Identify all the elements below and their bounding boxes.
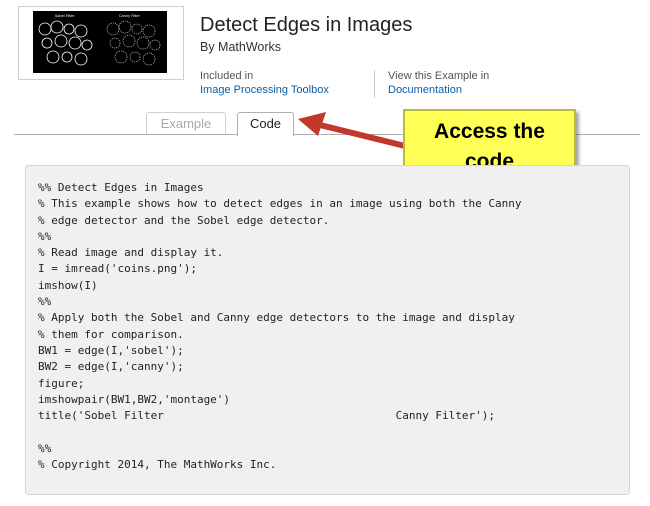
code-listing[interactable]: %% Detect Edges in Images % This example … [38, 180, 521, 473]
code-line: %% Detect Edges in Images [38, 181, 204, 194]
code-line: % Apply both the Sobel and Canny edge de… [38, 311, 515, 325]
code-panel[interactable]: %% Detect Edges in Images % This example … [25, 165, 630, 495]
code-line: % Read image and display it. [38, 246, 224, 260]
code-line: imshowpair(BW1,BW2,'montage') [38, 392, 231, 406]
code-line: %% [38, 441, 52, 455]
callout-line-1: Access the [434, 120, 545, 143]
code-line: % Copyright 2014, The MathWorks Inc. [38, 458, 277, 472]
code-line: % them for comparison. [38, 327, 184, 341]
code-line: % edge detector and the Sobel edge detec… [38, 213, 330, 227]
code-line: BW1 = edge(I,'sobel'); [38, 343, 184, 357]
code-line: %% [38, 295, 52, 309]
code-line: title('Sobel Filter Canny Filter'); [38, 409, 495, 423]
code-line: imshow(I) [38, 278, 98, 292]
code-line: I = imread('coins.png'); [38, 262, 197, 276]
code-line: figure; [38, 376, 85, 390]
code-line: BW2 = edge(I,'canny'); [38, 360, 184, 374]
code-line: % This example shows how to detect edges… [38, 197, 522, 211]
code-line: %% [38, 229, 52, 243]
